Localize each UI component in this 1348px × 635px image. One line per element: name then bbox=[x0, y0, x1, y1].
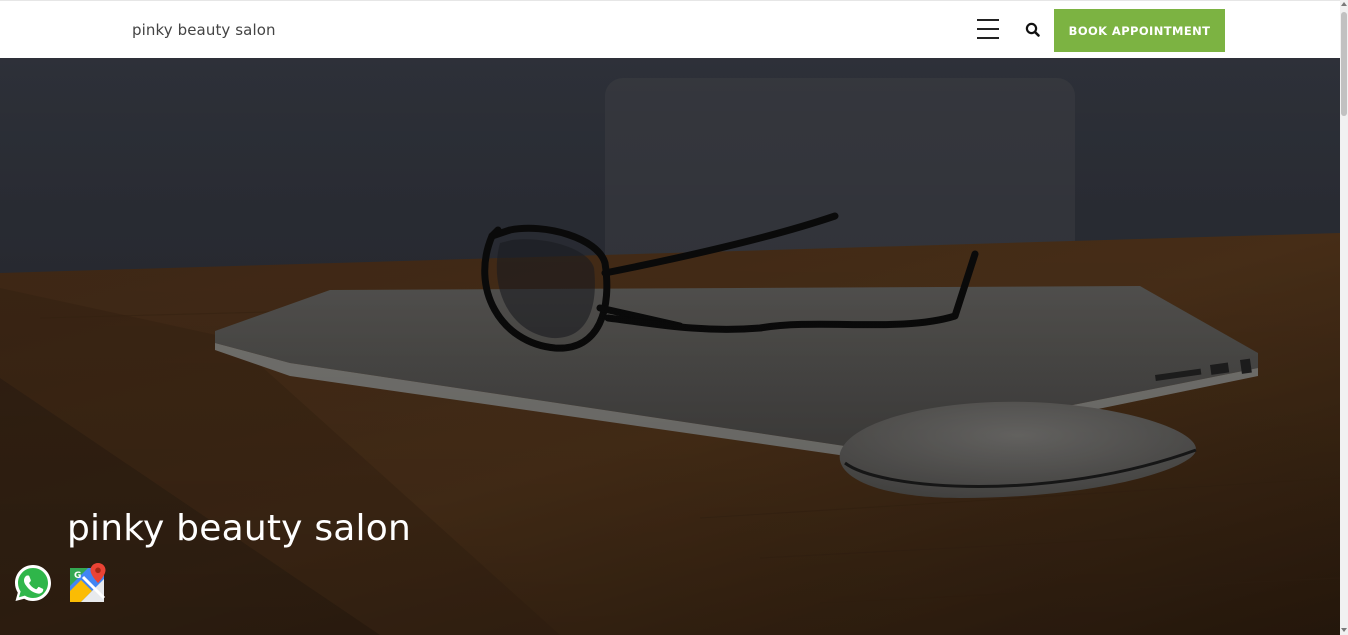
google-maps-icon[interactable]: G bbox=[69, 563, 109, 603]
site-brand[interactable]: pinky beauty salon bbox=[132, 21, 276, 39]
scroll-up-arrow-icon[interactable] bbox=[1341, 2, 1347, 6]
hamburger-menu-icon[interactable] bbox=[976, 18, 1000, 40]
hero-title: pinky beauty salon bbox=[67, 508, 411, 549]
whatsapp-icon[interactable] bbox=[13, 563, 53, 603]
book-appointment-button[interactable]: BOOK APPOINTMENT bbox=[1054, 9, 1225, 52]
scroll-down-arrow-icon[interactable] bbox=[1341, 628, 1347, 632]
search-icon[interactable] bbox=[1024, 21, 1042, 39]
page-scrollbar[interactable] bbox=[1340, 0, 1348, 635]
page: pinky beauty salon BOOK APPOINTMENT pink… bbox=[0, 0, 1348, 635]
site-header: pinky beauty salon BOOK APPOINTMENT bbox=[0, 0, 1340, 58]
hero-section: pinky beauty salon G bbox=[0, 58, 1340, 635]
scrollbar-thumb[interactable] bbox=[1341, 12, 1347, 116]
svg-text:G: G bbox=[74, 571, 81, 581]
